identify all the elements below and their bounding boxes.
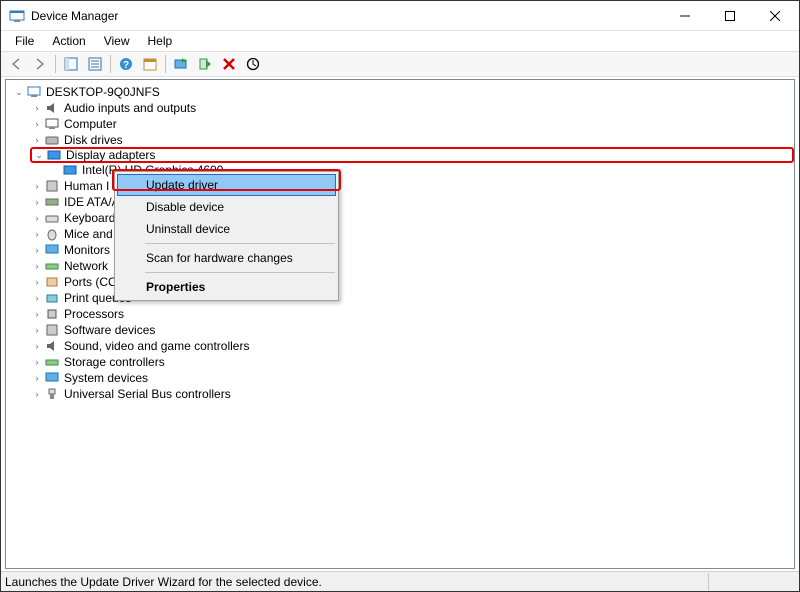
context-scan-hardware[interactable]: Scan for hardware changes [117, 247, 336, 269]
mouse-icon [44, 226, 60, 242]
uninstall-icon[interactable] [194, 53, 216, 75]
menu-separator [145, 243, 335, 244]
expander-icon[interactable]: › [30, 386, 44, 402]
keyboard-icon [44, 210, 60, 226]
tree-item-computer[interactable]: Computer [64, 117, 117, 131]
properties-icon[interactable] [84, 53, 106, 75]
system-icon [44, 370, 60, 386]
disk-icon [44, 132, 60, 148]
back-button[interactable] [5, 53, 27, 75]
context-update-driver[interactable]: Update driver [117, 174, 336, 196]
expander-icon[interactable]: › [30, 132, 44, 148]
tree-item-processors[interactable]: Processors [64, 307, 124, 321]
menu-file[interactable]: File [7, 33, 42, 49]
tree-item-keyboards[interactable]: Keyboard [64, 211, 115, 225]
root-node[interactable]: DESKTOP-9Q0JNFS [46, 85, 160, 99]
maximize-button[interactable] [707, 1, 752, 30]
tree-item-monitors[interactable]: Monitors [64, 243, 110, 257]
tree-item-disk[interactable]: Disk drives [64, 133, 123, 147]
show-hide-tree-icon[interactable] [60, 53, 82, 75]
tree-item-usb[interactable]: Universal Serial Bus controllers [64, 387, 231, 401]
expander-icon[interactable]: ⌄ [12, 84, 26, 100]
update-driver-icon[interactable] [170, 53, 192, 75]
display-adapter-icon [46, 147, 62, 163]
software-icon [44, 322, 60, 338]
scan-icon[interactable] [242, 53, 264, 75]
tree-item-software[interactable]: Software devices [64, 323, 155, 337]
context-properties[interactable]: Properties [117, 276, 336, 298]
network-icon [44, 258, 60, 274]
tree-item-mice[interactable]: Mice and [64, 227, 113, 241]
expander-icon[interactable]: › [30, 370, 44, 386]
expander-icon[interactable]: › [30, 116, 44, 132]
tree-item-sound[interactable]: Sound, video and game controllers [64, 339, 249, 353]
minimize-button[interactable] [662, 1, 707, 30]
context-disable-device[interactable]: Disable device [117, 196, 336, 218]
titlebar: Device Manager [1, 1, 799, 31]
toolbar: ? [1, 51, 799, 77]
expander-icon[interactable]: › [30, 354, 44, 370]
expander-icon[interactable]: › [30, 306, 44, 322]
menu-separator [145, 272, 335, 273]
expander-icon[interactable]: › [30, 322, 44, 338]
expander-icon[interactable]: › [30, 274, 44, 290]
close-button[interactable] [752, 1, 797, 30]
monitor-icon [44, 242, 60, 258]
highlighted-category: ⌄ Display adapters [30, 147, 794, 163]
status-bar: Launches the Update Driver Wizard for th… [1, 571, 799, 591]
tree-item-ports[interactable]: Ports (CO [64, 275, 117, 289]
window-title: Device Manager [31, 9, 662, 23]
context-uninstall-device[interactable]: Uninstall device [117, 218, 336, 240]
expander-icon[interactable]: › [30, 210, 44, 226]
expander-icon[interactable]: › [30, 290, 44, 306]
device-tree[interactable]: ⌄ DESKTOP-9Q0JNFS › Audio inputs and outp… [5, 79, 795, 569]
tree-item-ide[interactable]: IDE ATA/A [64, 195, 120, 209]
expander-icon[interactable]: › [30, 226, 44, 242]
expander-icon[interactable]: › [30, 258, 44, 274]
usb-icon [44, 386, 60, 402]
expander-icon[interactable]: ⌄ [32, 147, 46, 163]
disable-icon[interactable] [218, 53, 240, 75]
processor-icon [44, 306, 60, 322]
menu-view[interactable]: View [96, 33, 138, 49]
ports-icon [44, 274, 60, 290]
context-menu: Update driver Disable device Uninstall d… [114, 171, 339, 301]
menu-action[interactable]: Action [44, 33, 93, 49]
sound-icon [44, 338, 60, 354]
menu-help[interactable]: Help [140, 33, 181, 49]
status-text: Launches the Update Driver Wizard for th… [5, 575, 322, 589]
tree-item-network[interactable]: Network [64, 259, 108, 273]
toolbar-separator [165, 55, 166, 73]
menubar: File Action View Help [1, 31, 799, 51]
toolbar-separator [110, 55, 111, 73]
tree-item-hid[interactable]: Human I [64, 179, 109, 193]
printer-icon [44, 290, 60, 306]
tree-item-storage[interactable]: Storage controllers [64, 355, 165, 369]
calendar-icon[interactable] [139, 53, 161, 75]
expander-icon[interactable]: › [30, 178, 44, 194]
expander-icon[interactable]: › [30, 338, 44, 354]
expander-icon[interactable]: › [30, 100, 44, 116]
computer-icon [26, 84, 42, 100]
tree-item-audio[interactable]: Audio inputs and outputs [64, 101, 196, 115]
computer-icon [44, 116, 60, 132]
audio-icon [44, 100, 60, 116]
display-adapter-icon [62, 162, 78, 178]
expander-icon[interactable]: › [30, 242, 44, 258]
app-icon [9, 8, 25, 24]
svg-text:?: ? [123, 60, 129, 71]
toolbar-separator [55, 55, 56, 73]
tree-item-display-adapters[interactable]: Display adapters [66, 148, 155, 162]
ide-icon [44, 194, 60, 210]
tree-item-system[interactable]: System devices [64, 371, 148, 385]
storage-icon [44, 354, 60, 370]
expander-icon[interactable]: › [30, 194, 44, 210]
hid-icon [44, 178, 60, 194]
help-icon[interactable]: ? [115, 53, 137, 75]
forward-button[interactable] [29, 53, 51, 75]
